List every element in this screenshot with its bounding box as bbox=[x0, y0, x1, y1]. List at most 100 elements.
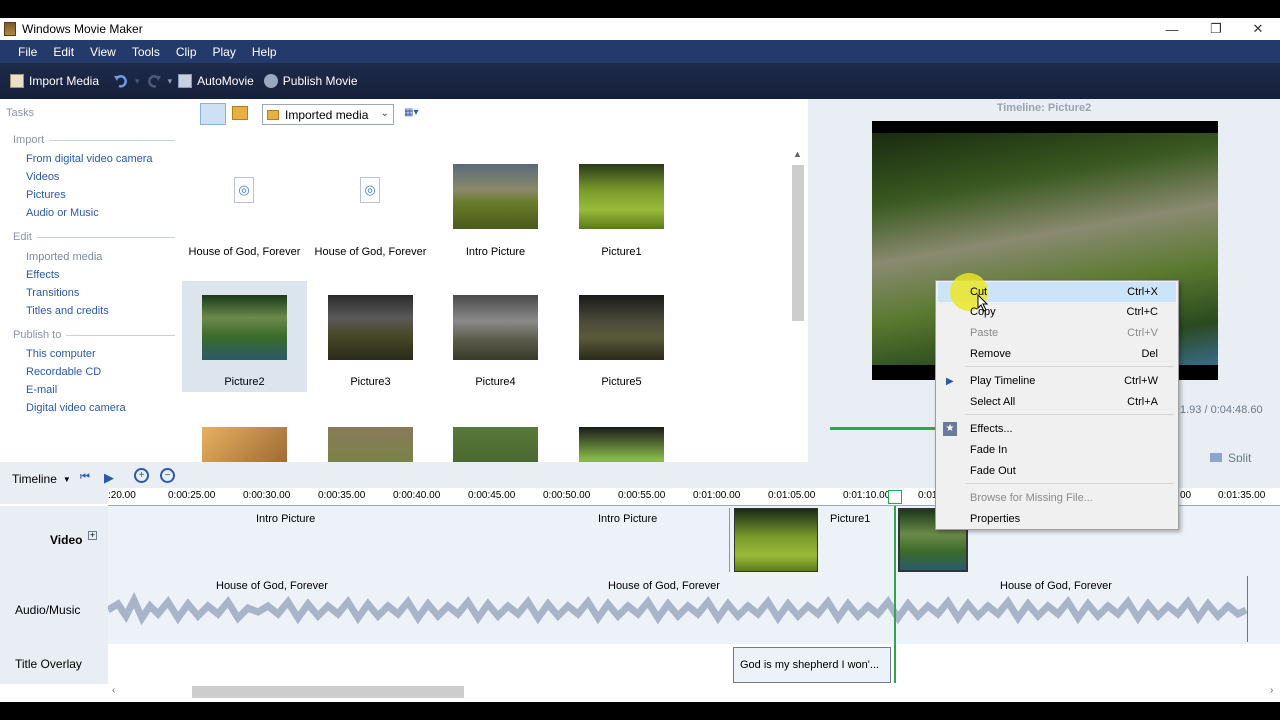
thumbnail bbox=[453, 295, 538, 360]
task-transitions[interactable]: Transitions bbox=[26, 287, 79, 299]
title-overlay-clip[interactable]: God is my shepherd I won'... bbox=[733, 647, 891, 683]
task-imported-media[interactable]: Imported media bbox=[26, 251, 102, 263]
audio-clip-1[interactable]: House of God, Forever bbox=[216, 580, 328, 592]
undo-icon bbox=[114, 75, 127, 88]
media-grid: ◎ House of God, Forever ◎ House of God, … bbox=[180, 133, 788, 480]
media-item-picture1[interactable]: Picture1 bbox=[559, 153, 684, 264]
menu-item-select-all[interactable]: Select All Ctrl+A bbox=[938, 392, 1176, 412]
timeline-dropdown[interactable]: Timeline ▼ bbox=[12, 472, 71, 486]
bottom-letterbox bbox=[0, 702, 1280, 720]
media-item-intro-picture[interactable]: Intro Picture bbox=[433, 153, 558, 264]
task-publish-cd[interactable]: Recordable CD bbox=[26, 366, 101, 378]
minimize-button[interactable]: — bbox=[1150, 18, 1194, 40]
scroll-left-arrow[interactable]: ‹ bbox=[112, 685, 115, 696]
timeline-horizontal-scrollbar[interactable]: ‹ › bbox=[108, 683, 1280, 699]
task-import-pictures[interactable]: Pictures bbox=[26, 189, 66, 201]
video-clip-picture1[interactable]: Picture1 bbox=[732, 508, 892, 572]
menu-item-remove[interactable]: Remove Del bbox=[938, 344, 1176, 364]
task-effects[interactable]: Effects bbox=[26, 269, 59, 281]
menu-file[interactable]: File bbox=[18, 45, 37, 59]
menu-item-paste[interactable]: Paste Ctrl+V bbox=[938, 323, 1176, 343]
playhead-line bbox=[894, 506, 896, 684]
media-label: Picture1 bbox=[601, 246, 642, 258]
menu-item-copy[interactable]: Copy Ctrl+C bbox=[938, 302, 1176, 322]
thumbnail bbox=[579, 164, 664, 229]
collection-dropdown[interactable]: Imported media ⌄ bbox=[262, 104, 394, 125]
menu-item-fade-in[interactable]: Fade In bbox=[938, 440, 1176, 460]
publish-movie-button[interactable]: Publish Movie bbox=[263, 74, 358, 88]
menu-clip[interactable]: Clip bbox=[176, 45, 197, 59]
task-publish-camera[interactable]: Digital video camera bbox=[26, 402, 126, 414]
close-button[interactable]: ✕ bbox=[1236, 18, 1280, 40]
zoom-out-button[interactable]: − bbox=[160, 468, 175, 483]
task-publish-email[interactable]: E-mail bbox=[26, 384, 57, 396]
edit-section-title: Edit bbox=[13, 231, 175, 243]
task-publish-computer[interactable]: This computer bbox=[26, 348, 96, 360]
media-item-picture2[interactable]: Picture2 bbox=[182, 281, 307, 392]
ruler-tick: 0:00:25.00 bbox=[168, 490, 216, 501]
scroll-right-arrow[interactable]: › bbox=[1270, 685, 1273, 696]
ruler-tick: 0:00:30.00 bbox=[243, 490, 291, 501]
video-clip-intro[interactable]: Intro Picture Intro Picture bbox=[108, 508, 730, 572]
restore-button[interactable]: ❐ bbox=[1194, 18, 1238, 40]
media-item-picture3[interactable]: Picture3 bbox=[308, 281, 433, 392]
media-item-picture5[interactable]: Picture5 bbox=[559, 281, 684, 392]
toolbar: Import Media ▾ ▾ AutoMovie Publish Movie bbox=[0, 63, 1280, 99]
menu-separator bbox=[966, 483, 1174, 484]
play-button[interactable]: ▶ bbox=[104, 470, 114, 486]
scroll-up-arrow[interactable]: ▲ bbox=[793, 149, 802, 159]
menu-edit[interactable]: Edit bbox=[53, 45, 74, 59]
menu-item-properties[interactable]: Properties bbox=[938, 509, 1176, 529]
undo-button[interactable] bbox=[113, 74, 129, 88]
audio-clip-2[interactable]: House of God, Forever bbox=[608, 580, 720, 592]
view-options-button[interactable]: ▦▾ bbox=[404, 107, 418, 118]
tasks-header: Tasks bbox=[6, 107, 35, 119]
scroll-thumb[interactable] bbox=[192, 686, 464, 698]
import-section-title: Import bbox=[13, 134, 175, 146]
audio-clip-3[interactable]: House of God, Forever bbox=[1000, 580, 1112, 592]
menu-item-play-timeline[interactable]: ▶ Play Timeline Ctrl+W bbox=[938, 371, 1176, 391]
media-item-audio-1[interactable]: ◎ House of God, Forever bbox=[182, 153, 307, 264]
menu-tools[interactable]: Tools bbox=[132, 45, 160, 59]
redo-button[interactable] bbox=[146, 74, 162, 88]
ruler-tick: 0:00:35.00 bbox=[318, 490, 366, 501]
ruler-tick: 0:00:50.00 bbox=[543, 490, 591, 501]
menu-item-browse-missing[interactable]: Browse for Missing File... bbox=[938, 488, 1176, 508]
import-media-button[interactable]: Import Media bbox=[10, 74, 99, 88]
menu-view[interactable]: View bbox=[90, 45, 116, 59]
automovie-button[interactable]: AutoMovie bbox=[178, 74, 254, 88]
mouse-cursor-icon bbox=[977, 294, 989, 312]
scroll-thumb[interactable] bbox=[792, 165, 804, 321]
chevron-down-icon: ⌄ bbox=[380, 108, 389, 119]
menu-item-cut[interactable]: Cut Ctrl+X bbox=[938, 273, 1176, 311]
zoom-in-button[interactable]: + bbox=[134, 468, 149, 483]
effects-icon: ★ bbox=[943, 422, 957, 436]
media-label: Picture5 bbox=[601, 376, 642, 388]
expand-track-button[interactable]: + bbox=[88, 531, 97, 540]
redo-dropdown[interactable]: ▾ bbox=[168, 76, 173, 87]
menu-play[interactable]: Play bbox=[213, 45, 236, 59]
menu-bar: File Edit View Tools Clip Play Help bbox=[0, 40, 1280, 63]
task-import-audio[interactable]: Audio or Music bbox=[26, 207, 99, 219]
menu-help[interactable]: Help bbox=[252, 45, 277, 59]
task-from-digital-video-camera[interactable]: From digital video camera bbox=[26, 153, 153, 165]
chevron-down-icon: ▼ bbox=[62, 474, 71, 484]
undo-dropdown[interactable]: ▾ bbox=[135, 76, 140, 87]
menu-item-fade-out[interactable]: Fade Out bbox=[938, 461, 1176, 481]
media-vertical-scrollbar[interactable]: ▲ ▼ bbox=[788, 149, 808, 480]
title-overlay-track-label: Title Overlay bbox=[0, 644, 108, 684]
media-label: Picture3 bbox=[350, 376, 391, 388]
menu-item-effects[interactable]: ★ Effects... bbox=[938, 419, 1176, 439]
details-view-button[interactable] bbox=[200, 103, 226, 125]
playhead-marker[interactable] bbox=[888, 490, 902, 504]
automovie-icon bbox=[178, 74, 193, 88]
folder-view-button[interactable] bbox=[232, 106, 248, 120]
rewind-button[interactable]: ⏮ bbox=[80, 471, 90, 484]
preview-seek-bar[interactable] bbox=[830, 427, 936, 430]
audio-file-icon: ◎ bbox=[360, 177, 380, 203]
task-import-videos[interactable]: Videos bbox=[26, 171, 59, 183]
media-item-audio-2[interactable]: ◎ House of God, Forever bbox=[308, 153, 433, 264]
media-item-picture4[interactable]: Picture4 bbox=[433, 281, 558, 392]
task-titles-credits[interactable]: Titles and credits bbox=[26, 305, 109, 317]
media-label: Picture2 bbox=[224, 376, 265, 388]
